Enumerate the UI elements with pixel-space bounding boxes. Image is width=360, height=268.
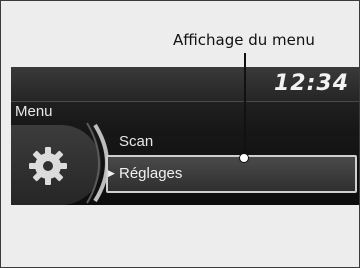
callout-dot bbox=[239, 153, 249, 163]
page-title: Menu bbox=[15, 103, 53, 120]
callout-label: Affichage du menu bbox=[173, 31, 315, 49]
gear-icon bbox=[29, 147, 67, 185]
status-bar: 12:34 bbox=[11, 67, 359, 102]
display-screen: 12:34 Menu Scan ▶ Réglages bbox=[11, 67, 359, 205]
clock: 12:34 bbox=[273, 71, 349, 96]
callout-line bbox=[244, 53, 246, 157]
menu-item-label: Réglages bbox=[119, 165, 183, 182]
menu-item-reglages[interactable]: ▶ Réglages bbox=[106, 155, 357, 193]
selection-pointer-icon: ▶ bbox=[108, 169, 115, 179]
figure-frame: Affichage du menu 12:34 Menu Scan ▶ Régl… bbox=[0, 0, 360, 268]
menu-item-scan[interactable]: Scan bbox=[119, 133, 153, 150]
